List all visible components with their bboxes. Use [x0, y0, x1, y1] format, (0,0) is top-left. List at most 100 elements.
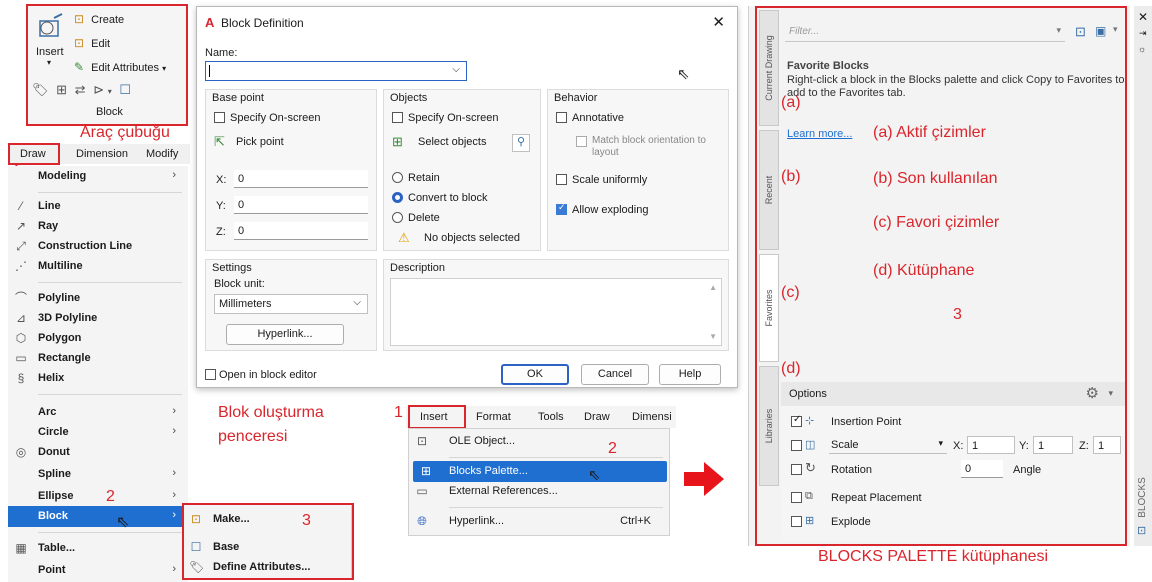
- base-point-title: Base point: [212, 92, 264, 104]
- table-icon: ▦: [15, 541, 27, 555]
- behavior-title: Behavior: [554, 92, 598, 104]
- menu-item-line[interactable]: ⁄ Line: [8, 196, 188, 217]
- menu-item-blocks-palette[interactable]: ⊞ Blocks Palette...: [413, 461, 667, 482]
- menu-item-circle[interactable]: Circle ›: [8, 422, 188, 443]
- block-unit-select[interactable]: Millimeters ⌵: [214, 294, 368, 314]
- ok-button[interactable]: OK: [501, 364, 569, 385]
- settings-icon[interactable]: ☼: [1138, 44, 1146, 54]
- collapse-icon[interactable]: ⇥: [1139, 28, 1147, 39]
- allow-exploding-checkbox[interactable]: ✓: [556, 202, 567, 215]
- chevron-right-icon: ›: [172, 509, 176, 521]
- scroll-up-icon[interactable]: ▲: [709, 283, 717, 292]
- tab-modify[interactable]: Modify: [146, 148, 178, 160]
- menu-item-spline[interactable]: Spline ›: [8, 464, 188, 485]
- menu-item-3d-polyline[interactable]: ⊿ 3D Polyline: [8, 308, 188, 329]
- chevron-right-icon: ›: [172, 425, 176, 437]
- submenu-step-3: 3: [302, 512, 311, 529]
- menu-item-ellipse[interactable]: Ellipse ›: [8, 486, 188, 507]
- convert-radio[interactable]: [392, 192, 403, 203]
- block-submenu-highlight: [182, 503, 354, 580]
- insert-step-2: 2: [608, 440, 617, 457]
- dialog-title: Block Definition: [221, 16, 304, 30]
- menu-item-block[interactable]: Block ›: [8, 506, 188, 527]
- tab-draw[interactable]: Draw: [584, 411, 610, 423]
- objects-specify-checkbox[interactable]: [392, 112, 403, 123]
- open-editor-checkbox[interactable]: [205, 369, 216, 380]
- y-label: Y:: [216, 200, 226, 212]
- hyperlink-button[interactable]: Hyperlink...: [226, 324, 344, 345]
- polyline-icon: ⌒: [14, 291, 27, 305]
- polygon-icon: ⬡: [15, 331, 27, 345]
- annotative-label: Annotative: [572, 112, 624, 124]
- tab-dimension[interactable]: Dimensi: [632, 411, 672, 423]
- text-caret: [209, 65, 210, 77]
- block-definition-dialog: A Block Definition ✕ Name: ⌵ ⇖ Base poin…: [196, 6, 738, 388]
- menu-item-modeling[interactable]: Modeling ›: [8, 166, 188, 187]
- ray-icon: ↗: [15, 219, 27, 233]
- base-specify-label: Specify On-screen: [230, 112, 321, 124]
- menu-item-polyline[interactable]: ⌒ Polyline: [8, 288, 188, 309]
- construction-line-icon: ⤢: [16, 239, 26, 253]
- tab-format[interactable]: Format: [476, 411, 511, 423]
- palette-caption: BLOCKS PALETTE kütüphanesi: [818, 548, 1049, 565]
- retain-radio[interactable]: [392, 172, 403, 183]
- scroll-down-icon[interactable]: ▼: [709, 332, 717, 341]
- menu-item-hyperlink[interactable]: 🌐︎ Hyperlink... Ctrl+K: [409, 511, 669, 532]
- ole-object-icon: ⊡: [416, 434, 428, 448]
- objects-specify-label: Specify On-screen: [408, 112, 499, 124]
- allow-exploding-label: Allow exploding: [572, 204, 649, 216]
- cancel-button[interactable]: Cancel: [581, 364, 649, 385]
- menu-item-table[interactable]: ▦ Table...: [8, 538, 188, 559]
- convert-label: Convert to block: [408, 192, 488, 204]
- 3d-polyline-icon: ⊿: [15, 311, 27, 325]
- menu-item-ole-object[interactable]: ⊡ OLE Object...: [409, 431, 669, 452]
- base-point-group: Base point Specify On-screen ⇱ Pick poin…: [205, 89, 377, 251]
- quick-select-icon[interactable]: ⚲: [512, 134, 530, 152]
- base-x-field[interactable]: 0: [234, 170, 368, 188]
- delete-radio[interactable]: [392, 212, 403, 223]
- base-z-field[interactable]: 0: [234, 222, 368, 240]
- menu-item-polygon[interactable]: ⬡ Polygon: [8, 328, 188, 349]
- objects-title: Objects: [390, 92, 428, 104]
- globe-icon: 🌐︎: [417, 514, 427, 528]
- tab-tools[interactable]: Tools: [538, 411, 564, 423]
- insert-menu: ⊡ OLE Object... ⊞ Blocks Palette... ▭ Exter…: [408, 428, 670, 536]
- separator: [38, 282, 182, 283]
- help-button[interactable]: Help: [659, 364, 721, 385]
- tab-dimension[interactable]: Dimension: [76, 148, 128, 160]
- base-y-field[interactable]: 0: [234, 196, 368, 214]
- check-icon: ✓: [558, 202, 566, 212]
- select-objects-button[interactable]: ⊞ Select objects: [392, 134, 502, 154]
- pick-point-button[interactable]: ⇱ Pick point: [214, 134, 334, 154]
- base-specify-checkbox[interactable]: [214, 112, 225, 123]
- close-icon[interactable]: ✕: [1138, 10, 1148, 24]
- menu-item-helix[interactable]: § Helix: [8, 368, 188, 389]
- description-textarea[interactable]: ▲ ▼: [390, 278, 722, 346]
- scale-uniformly-checkbox[interactable]: [556, 174, 567, 185]
- line-icon: ⁄: [19, 199, 22, 213]
- separator: [38, 192, 182, 193]
- menu-item-multiline[interactable]: ⋰ Multiline: [8, 256, 188, 277]
- match-orientation-checkbox[interactable]: [576, 136, 587, 147]
- menu-item-external-references[interactable]: ▭ External References...: [409, 481, 669, 502]
- settings-group: Settings Block unit: Millimeters ⌵ Hyper…: [205, 259, 377, 351]
- chevron-right-icon: ›: [172, 169, 176, 181]
- insert-tab-highlight: [408, 405, 466, 429]
- close-icon[interactable]: ✕: [712, 13, 725, 31]
- name-field[interactable]: ⌵: [205, 61, 467, 81]
- autocad-logo-icon: A: [205, 15, 215, 30]
- behavior-group: Behavior Annotative Match block orientat…: [547, 89, 729, 251]
- menu-item-arc[interactable]: Arc ›: [8, 402, 188, 423]
- delete-label: Delete: [408, 212, 440, 224]
- retain-label: Retain: [408, 172, 440, 184]
- annotative-checkbox[interactable]: [556, 112, 567, 123]
- menu-item-construction-line[interactable]: ⤢ Construction Line: [8, 236, 188, 257]
- chevron-right-icon: ›: [172, 467, 176, 479]
- scale-uniformly-label: Scale uniformly: [572, 174, 648, 186]
- menu-item-ray[interactable]: ↗ Ray: [8, 216, 188, 237]
- block-unit-label: Block unit:: [214, 278, 265, 290]
- menu-item-rectangle[interactable]: ▭ Rectangle: [8, 348, 188, 369]
- block-unit-value: Millimeters: [219, 298, 272, 310]
- menu-item-donut[interactable]: ◎ Donut: [8, 442, 188, 463]
- menu-item-point[interactable]: Point ›: [8, 560, 188, 581]
